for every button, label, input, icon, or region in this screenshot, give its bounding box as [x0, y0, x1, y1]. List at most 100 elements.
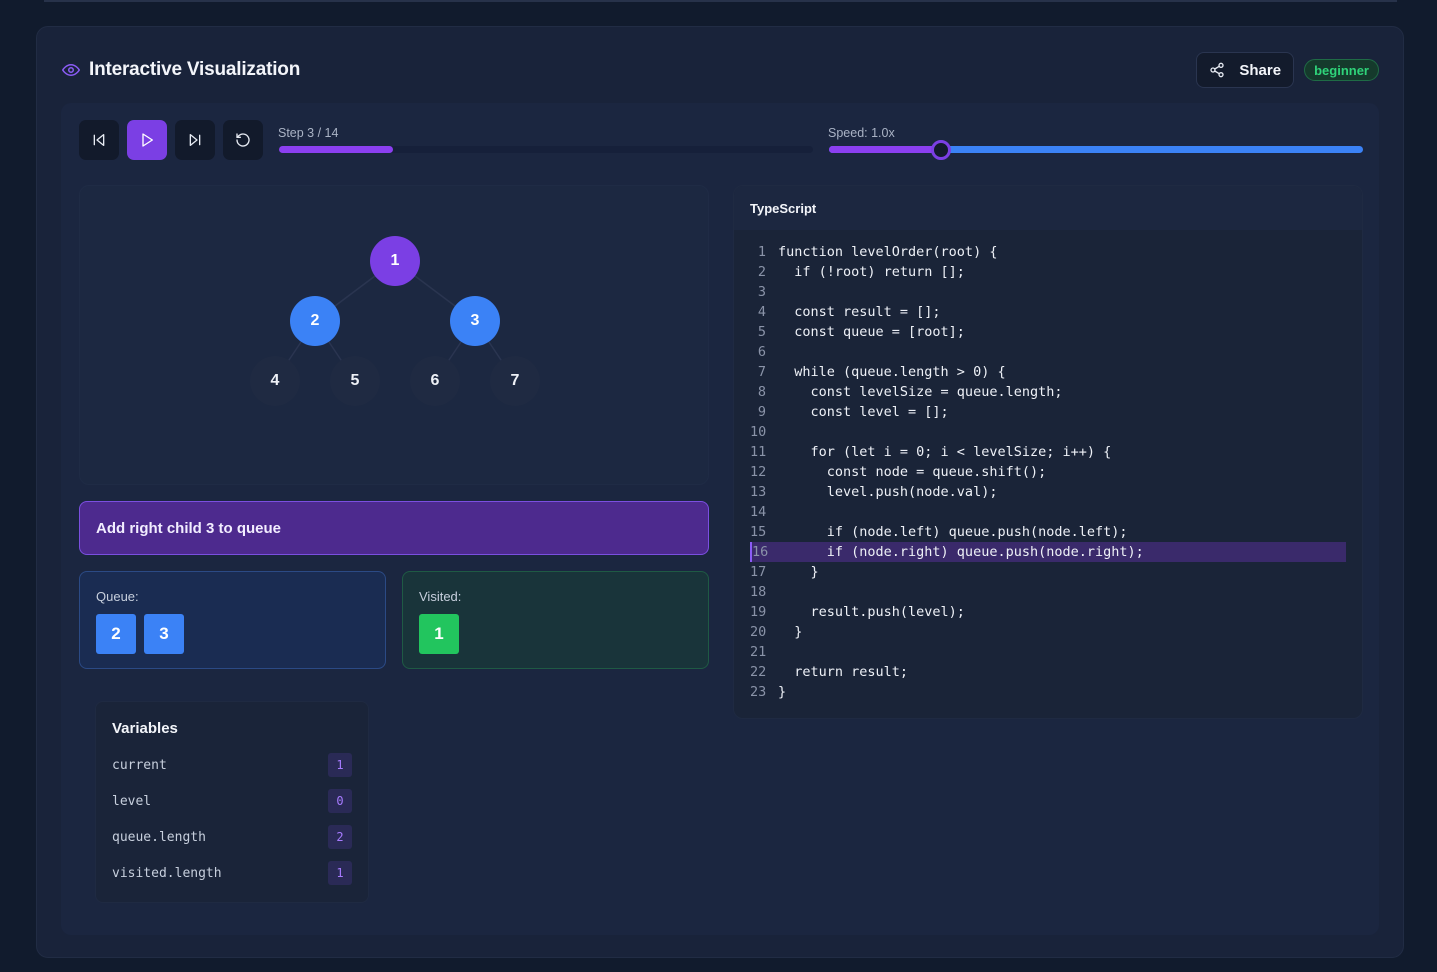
- visualizer-panel: Step 3 / 14 Speed: 1.0x 1 2 3 4 5 6 7 Ad…: [61, 103, 1379, 935]
- skip-forward-button[interactable]: [175, 120, 215, 160]
- variable-value: 2: [328, 825, 352, 849]
- code-text: for (let i = 0; i < levelSize; i++) {: [778, 444, 1112, 460]
- code-line: 17 }: [750, 562, 1346, 582]
- tree-node[interactable]: 5: [330, 356, 380, 406]
- code-line: 16 if (node.right) queue.push(node.right…: [750, 542, 1346, 562]
- step-description: Add right child 3 to queue: [79, 501, 709, 555]
- variable-row: visited.length 1: [112, 855, 352, 891]
- speed-label: Speed: 1.0x: [828, 126, 895, 140]
- line-number: 6: [757, 344, 766, 360]
- tree-node[interactable]: 7: [490, 356, 540, 406]
- code-text: level.push(node.val);: [778, 484, 998, 500]
- code-line: 1 function levelOrder(root) {: [750, 242, 1346, 262]
- queue-item: 3: [144, 614, 184, 654]
- tree-node[interactable]: 2: [290, 296, 340, 346]
- line-number: 11: [750, 444, 767, 460]
- code-line: 9 const level = [];: [750, 402, 1346, 422]
- code-line: 7 while (queue.length > 0) {: [750, 362, 1346, 382]
- skip-forward-icon: [187, 132, 203, 148]
- code-line: 19 result.push(level);: [750, 602, 1346, 622]
- queue-items: 2 3: [96, 614, 369, 654]
- code-line: 10: [750, 422, 1346, 442]
- header-actions: Share beginner: [1196, 52, 1379, 88]
- skip-back-button[interactable]: [79, 120, 119, 160]
- line-number: 2: [757, 264, 766, 280]
- code-line: 11 for (let i = 0; i < levelSize; i++) {: [750, 442, 1346, 462]
- code-text: const level = [];: [778, 404, 949, 420]
- line-number: 13: [750, 484, 767, 500]
- code-text: const levelSize = queue.length;: [778, 384, 1063, 400]
- line-number: 23: [750, 684, 767, 700]
- variables-panel: Variables current 1 level 0 queue.length…: [95, 701, 369, 903]
- share-button[interactable]: Share: [1196, 52, 1295, 88]
- play-button[interactable]: [127, 120, 167, 160]
- tree-edges: [274, 260, 516, 382]
- code-language: TypeScript: [734, 186, 1362, 230]
- line-number: 16: [752, 544, 769, 560]
- code-line: 5 const queue = [root];: [750, 322, 1346, 342]
- line-number: 5: [757, 324, 766, 340]
- code-text: if (node.left) queue.push(node.left);: [778, 524, 1128, 540]
- tree-node[interactable]: 6: [410, 356, 460, 406]
- reset-button[interactable]: [223, 120, 263, 160]
- tree-node[interactable]: 4: [250, 356, 300, 406]
- line-number: 15: [750, 524, 767, 540]
- variables-title: Variables: [112, 720, 178, 737]
- share-label: Share: [1239, 61, 1282, 79]
- eye-icon: [61, 60, 81, 80]
- variable-row: queue.length 2: [112, 819, 352, 855]
- code-panel: TypeScript 1 function levelOrder(root) {2…: [733, 185, 1363, 719]
- variable-value: 1: [328, 753, 352, 777]
- line-number: 14: [750, 504, 767, 520]
- line-number: 19: [750, 604, 767, 620]
- code-line: 6: [750, 342, 1346, 362]
- code-line: 8 const levelSize = queue.length;: [750, 382, 1346, 402]
- code-text: if (node.right) queue.push(node.right);: [778, 544, 1144, 560]
- variable-name: level: [112, 793, 152, 809]
- speed-slider-fill: [829, 146, 942, 153]
- line-number: 17: [750, 564, 767, 580]
- step-counter: Step 3 / 14: [278, 126, 339, 140]
- visualization-card: Interactive Visualization Share beginner: [36, 26, 1404, 958]
- line-number: 8: [757, 384, 766, 400]
- line-number: 7: [757, 364, 766, 380]
- visited-item: 1: [419, 614, 459, 654]
- code-text: if (!root) return [];: [778, 264, 965, 280]
- line-number: 4: [757, 304, 766, 320]
- variable-row: level 0: [112, 783, 352, 819]
- line-number: 18: [750, 584, 767, 600]
- code-line: 21: [750, 642, 1346, 662]
- code-line: 23}: [750, 682, 1346, 702]
- queue-title: Queue:: [96, 589, 139, 604]
- visited-items: 1: [419, 614, 692, 654]
- step-progress-fill: [279, 146, 394, 153]
- code-text: }: [778, 684, 787, 700]
- code-line: 13 level.push(node.val);: [750, 482, 1346, 502]
- card-header: Interactive Visualization Share beginner: [61, 52, 1379, 88]
- code-line: 14: [750, 502, 1346, 522]
- variable-name: current: [112, 757, 167, 773]
- line-number: 1: [757, 244, 766, 260]
- top-divider: [44, 0, 1397, 2]
- speed-slider-thumb[interactable]: [931, 140, 952, 160]
- code-text: return result;: [778, 664, 909, 680]
- code-text: result.push(level);: [778, 604, 965, 620]
- line-number: 21: [750, 644, 767, 660]
- variable-value: 1: [328, 861, 352, 885]
- code-line: 18: [750, 582, 1346, 602]
- variable-value: 0: [328, 789, 352, 813]
- code-listing[interactable]: 1 function levelOrder(root) {2 if (!root)…: [750, 242, 1346, 702]
- tree-node[interactable]: 1: [370, 236, 420, 286]
- code-line: 12 const node = queue.shift();: [750, 462, 1346, 482]
- tree-node[interactable]: 3: [450, 296, 500, 346]
- line-number: 9: [757, 404, 766, 420]
- code-text: const queue = [root];: [778, 324, 965, 340]
- code-line: 2 if (!root) return [];: [750, 262, 1346, 282]
- code-line: 22 return result;: [750, 662, 1346, 682]
- line-number: 12: [750, 464, 767, 480]
- speed-slider[interactable]: [829, 140, 1363, 160]
- step-progress-track[interactable]: [279, 146, 813, 153]
- visited-box: Visited: 1: [402, 571, 709, 669]
- share-icon: [1209, 62, 1225, 78]
- code-line: 15 if (node.left) queue.push(node.left);: [750, 522, 1346, 542]
